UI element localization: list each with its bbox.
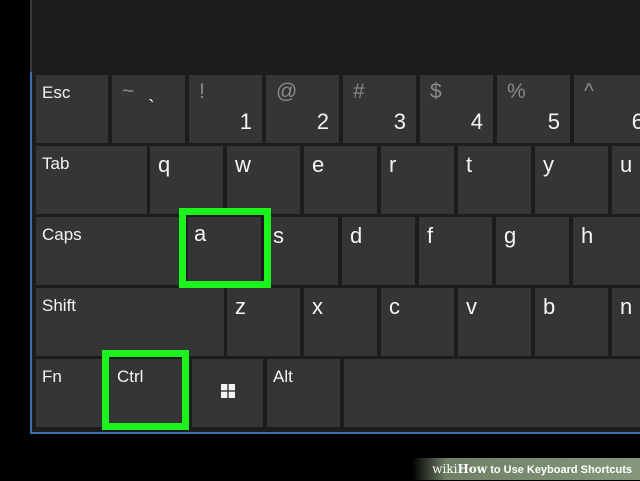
key-v[interactable]: v — [458, 288, 531, 356]
key-5[interactable]: % 5 — [497, 75, 570, 143]
key-label: Tab — [42, 154, 70, 173]
key-shift-symbol: % — [507, 80, 526, 103]
key-tilde[interactable]: ~ ` — [112, 75, 185, 143]
key-label: y — [543, 152, 554, 177]
key-main-symbol: 3 — [393, 109, 406, 134]
key-n[interactable]: n — [612, 288, 640, 356]
key-shift[interactable]: Shift — [36, 288, 224, 356]
key-u[interactable]: u — [612, 146, 640, 214]
key-main-symbol: ` — [148, 97, 155, 119]
key-esc[interactable]: Esc — [36, 75, 108, 143]
highlight-a-key — [179, 208, 271, 288]
key-caps[interactable]: Caps — [36, 217, 184, 285]
key-shift-symbol: @ — [276, 80, 298, 103]
key-label: Shift — [42, 296, 77, 315]
key-6[interactable]: ^ 6 — [574, 75, 640, 143]
key-main-symbol: 6 — [631, 109, 640, 134]
key-tab[interactable]: Tab — [36, 146, 147, 214]
key-z[interactable]: z — [227, 288, 300, 356]
key-label: d — [350, 223, 363, 248]
key-q[interactable]: q — [150, 146, 223, 214]
key-label: x — [312, 294, 323, 319]
key-shift-symbol: $ — [430, 80, 442, 103]
key-main-symbol: 1 — [239, 109, 252, 134]
key-c[interactable]: c — [381, 288, 454, 356]
key-label: s — [273, 223, 284, 248]
key-label: n — [620, 294, 633, 319]
key-g[interactable]: g — [496, 217, 569, 285]
key-label: v — [466, 294, 477, 319]
key-h[interactable]: h — [573, 217, 640, 285]
key-e[interactable]: e — [304, 146, 377, 214]
highlight-ctrl-key — [102, 350, 189, 430]
key-label: r — [389, 152, 397, 177]
watermark-wiki: wiki — [432, 462, 458, 476]
key-2[interactable]: @ 2 — [266, 75, 339, 143]
key-3[interactable]: # 3 — [343, 75, 416, 143]
key-shift-symbol: ^ — [584, 80, 594, 103]
key-main-symbol: 4 — [470, 109, 483, 134]
key-label: g — [504, 223, 517, 248]
key-alt[interactable]: Alt — [267, 359, 340, 427]
key-label: Esc — [42, 83, 71, 102]
key-label: w — [235, 152, 251, 177]
key-main-symbol: 5 — [547, 109, 560, 134]
key-shift-symbol: ! — [199, 80, 205, 103]
key-b[interactable]: b — [535, 288, 608, 356]
key-windows[interactable] — [192, 359, 263, 427]
key-label: z — [235, 294, 246, 319]
key-label: Alt — [273, 367, 293, 386]
key-main-symbol: 2 — [316, 109, 329, 134]
key-shift-symbol: # — [353, 80, 365, 103]
key-label: b — [543, 294, 556, 319]
windows-logo-icon — [221, 384, 235, 398]
watermark-title: to Use Keyboard Shortcuts — [487, 464, 632, 476]
key-label: h — [581, 223, 594, 248]
key-label: q — [158, 152, 171, 177]
key-label: f — [427, 223, 434, 248]
key-1[interactable]: ! 1 — [189, 75, 262, 143]
key-shift-symbol: ~ — [122, 80, 135, 103]
image-frame: Esc ~ ` ! 1 @ 2 # 3 $ 4 % 5 ^ 6 Tab q w … — [0, 0, 640, 480]
key-label: t — [466, 152, 473, 177]
key-t[interactable]: t — [458, 146, 531, 214]
key-r[interactable]: r — [381, 146, 454, 214]
key-label: u — [620, 152, 633, 177]
key-label: e — [312, 152, 325, 177]
key-space[interactable] — [344, 359, 640, 427]
wikihow-watermark: wikiHow to Use Keyboard Shortcuts — [412, 458, 640, 480]
key-label: Fn — [42, 367, 62, 386]
key-4[interactable]: $ 4 — [420, 75, 493, 143]
key-d[interactable]: d — [342, 217, 415, 285]
key-x[interactable]: x — [304, 288, 377, 356]
key-label: c — [389, 294, 400, 319]
key-y[interactable]: y — [535, 146, 608, 214]
key-s[interactable]: s — [265, 217, 338, 285]
screen-top-area — [30, 0, 640, 72]
watermark-how: How — [457, 462, 488, 476]
key-fn[interactable]: Fn — [36, 359, 104, 427]
key-w[interactable]: w — [227, 146, 300, 214]
key-f[interactable]: f — [419, 217, 492, 285]
key-label: Caps — [42, 225, 82, 244]
